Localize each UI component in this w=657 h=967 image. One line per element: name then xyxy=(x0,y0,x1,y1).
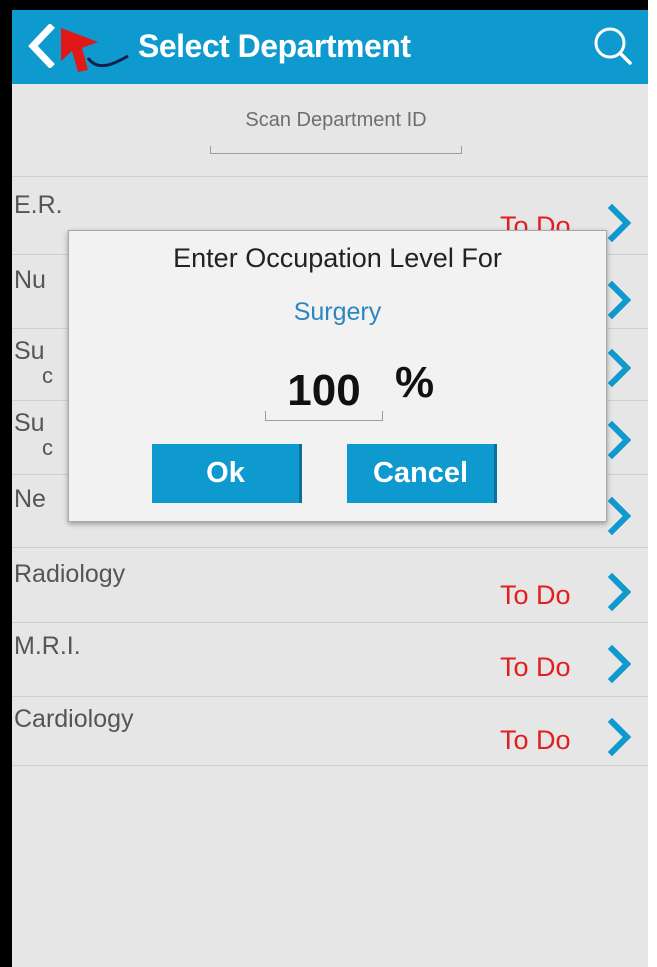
chevron-right-icon xyxy=(607,420,632,460)
device-frame: Select Department Scan Department ID E.R… xyxy=(0,0,648,967)
divider xyxy=(12,622,648,623)
department-subtitle: c xyxy=(42,435,53,460)
status-todo: To Do xyxy=(500,652,571,682)
dialog-title: Enter Occupation Level For xyxy=(173,243,502,273)
chevron-right-icon xyxy=(607,280,632,320)
divider xyxy=(12,765,648,766)
chevron-right-icon xyxy=(607,496,632,536)
occupation-level-value: 100 xyxy=(287,366,361,415)
dialog-department-name: Surgery xyxy=(293,298,382,326)
occupation-level-input[interactable]: 100 xyxy=(265,367,383,421)
app-screen: Select Department Scan Department ID E.R… xyxy=(12,10,648,967)
department-row-radiology[interactable]: Radiology To Do xyxy=(12,559,648,619)
chevron-right-icon xyxy=(607,717,632,757)
scan-placeholder: Scan Department ID xyxy=(245,109,427,131)
status-todo: To Do xyxy=(500,725,571,755)
app-header: Select Department xyxy=(12,10,648,84)
pointer-cursor-icon xyxy=(61,28,129,72)
percent-unit: % xyxy=(395,358,435,407)
chevron-left-icon xyxy=(28,24,55,68)
chevron-right-icon xyxy=(607,203,632,243)
status-todo: To Do xyxy=(500,580,571,610)
search-icon xyxy=(594,27,632,65)
chevron-right-icon xyxy=(607,348,632,388)
department-subtitle: c xyxy=(42,363,53,388)
department-name: M.R.I. xyxy=(14,632,81,660)
department-name: Su xyxy=(14,409,45,437)
department-row-cardiology[interactable]: Cardiology To Do xyxy=(12,704,648,764)
chevron-right-icon xyxy=(607,572,632,612)
ok-button[interactable]: Ok xyxy=(152,444,302,503)
chevron-right-icon xyxy=(607,644,632,684)
cancel-button[interactable]: Cancel xyxy=(347,444,497,503)
department-name: Cardiology xyxy=(14,705,134,733)
divider xyxy=(12,176,648,177)
scan-underline xyxy=(210,146,462,154)
divider xyxy=(12,547,648,548)
page-title: Select Department xyxy=(138,28,411,64)
divider xyxy=(12,696,648,697)
search-button[interactable] xyxy=(588,22,640,72)
level-underline xyxy=(265,411,383,421)
department-name: Ne xyxy=(14,485,46,513)
occupation-level-dialog: Enter Occupation Level For Surgery 100 %… xyxy=(68,230,607,522)
department-name: Radiology xyxy=(14,560,126,588)
department-row-mri[interactable]: M.R.I. To Do xyxy=(12,631,648,691)
scan-department-input[interactable]: Scan Department ID xyxy=(210,106,462,156)
department-name: Su xyxy=(14,337,45,365)
department-name: E.R. xyxy=(14,191,63,219)
department-name: Nu xyxy=(14,266,46,294)
